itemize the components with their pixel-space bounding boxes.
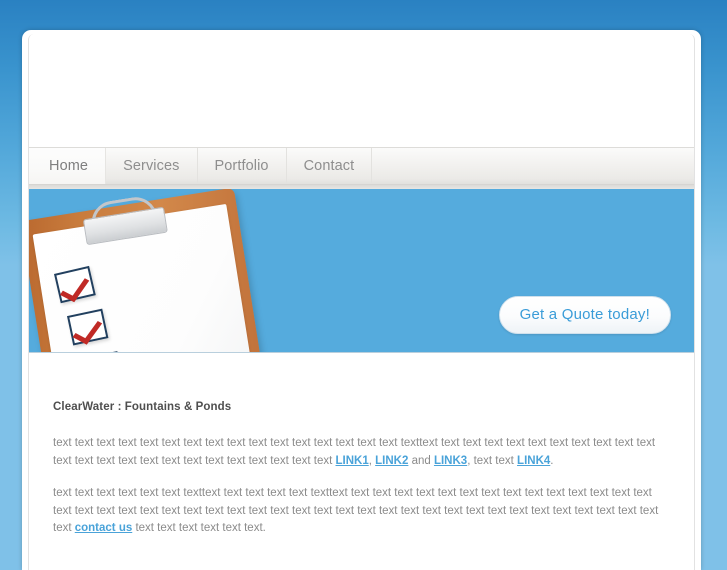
paragraph-2-text-after: text text text text text text. [132,522,266,534]
nav-item-label: Home [49,158,88,174]
site-panel: Home Services Portfolio Contact [22,30,701,570]
site-panel-inner: Home Services Portfolio Contact [28,34,695,570]
paragraph-1-separator-2: and [408,455,434,467]
contact-us-link[interactable]: contact us [75,522,133,534]
page-title: ClearWater : Fountains & Ponds [53,401,668,413]
paragraph-1-separator-3: , text text [467,455,517,467]
link-4[interactable]: LINK4 [517,455,550,467]
link-3[interactable]: LINK3 [434,455,467,467]
paragraph-1-text-after: . [550,455,553,467]
nav-item-label: Contact [304,158,355,174]
nav-item-label: Portfolio [215,158,269,174]
logo-placeholder [51,64,291,120]
get-a-quote-label: Get a Quote today! [520,306,650,323]
clipboard-checklist-icon [29,189,270,353]
masthead [29,34,694,147]
body-paragraph-2: text text text text text text texttext t… [53,485,668,538]
nav-item-contact[interactable]: Contact [287,148,373,184]
get-a-quote-button[interactable]: Get a Quote today! [499,296,671,334]
nav-empty-space [372,148,694,184]
hero-banner: Get a Quote today! [29,189,694,353]
nav-item-services[interactable]: Services [106,148,197,184]
page-background: Home Services Portfolio Contact [0,0,727,545]
body-paragraph-1: text text text text text text text text … [53,435,668,470]
main-content: ClearWater : Fountains & Ponds text text… [29,353,694,538]
nav-item-portfolio[interactable]: Portfolio [198,148,287,184]
nav-item-home[interactable]: Home [29,148,106,184]
main-navigation: Home Services Portfolio Contact [29,147,694,185]
link-2[interactable]: LINK2 [375,455,408,467]
nav-item-label: Services [123,158,179,174]
link-1[interactable]: LINK1 [336,455,369,467]
